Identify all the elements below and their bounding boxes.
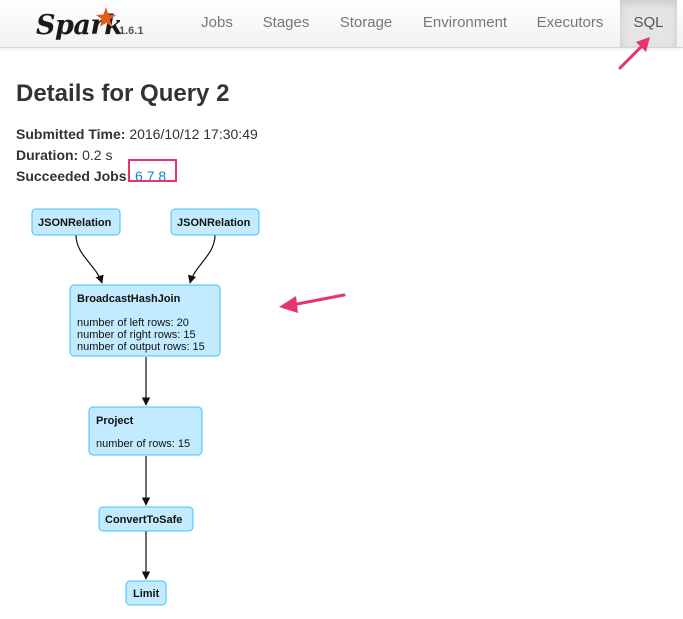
plan-node-title: Project [96, 415, 134, 427]
submitted-time-row: Submitted Time: 2016/10/12 17:30:49 [16, 124, 258, 145]
tab-executors[interactable]: Executors [526, 0, 614, 47]
plan-node-convert-to-safe[interactable]: ConvertToSafe [98, 506, 194, 532]
tab-storage[interactable]: Storage [330, 0, 402, 47]
duration-value: 0.2 s [82, 147, 113, 163]
duration-label: Duration: [16, 147, 79, 163]
top-navbar: Spark 1.6.1 Jobs Stages Storage Environm… [0, 0, 683, 48]
brand-version: 1.6.1 [119, 25, 144, 37]
tab-stages[interactable]: Stages [252, 0, 320, 47]
plan-node-metric: number of output rows: 15 [77, 341, 205, 353]
job-link-8[interactable]: 8 [158, 168, 166, 184]
job-link-7[interactable]: 7 [147, 168, 155, 184]
plan-node-metric: number of rows: 15 [96, 438, 190, 450]
plan-node-broadcast-hash-join[interactable]: BroadcastHashJoin number of left rows: 2… [69, 284, 221, 357]
plan-node-title: JSONRelation [177, 217, 251, 229]
submitted-time-label: Submitted Time: [16, 126, 126, 142]
plan-node-metric: number of left rows: 20 [77, 317, 189, 329]
succeeded-jobs-label: Succeeded Jobs: [16, 168, 132, 184]
plan-node-json-relation-left[interactable]: JSONRelation [31, 208, 121, 236]
plan-node-title: BroadcastHashJoin [77, 293, 181, 305]
page-title: Details for Query 2 [16, 80, 230, 107]
plan-node-title: Limit [133, 588, 160, 600]
plan-node-json-relation-right[interactable]: JSONRelation [170, 208, 260, 236]
plan-node-title: JSONRelation [38, 217, 112, 229]
tab-jobs[interactable]: Jobs [190, 0, 244, 47]
spark-logo[interactable]: Spark 1.6.1 [36, 4, 156, 44]
query-summary: Submitted Time: 2016/10/12 17:30:49 Dura… [16, 124, 258, 187]
job-link-6[interactable]: 6 [135, 168, 143, 184]
succeeded-jobs-row: Succeeded Jobs: 6 7 8 [16, 166, 258, 187]
spark-star-icon [96, 7, 116, 27]
edge-json-right-to-join [187, 234, 216, 284]
annotation-arrow-join-icon [279, 293, 346, 313]
tab-environment[interactable]: Environment [412, 0, 518, 47]
plan-node-metric: number of right rows: 15 [77, 329, 196, 341]
plan-node-project[interactable]: Project number of rows: 15 [88, 406, 203, 456]
plan-node-title: ConvertToSafe [105, 514, 182, 526]
edge-json-left-to-join [75, 234, 104, 284]
plan-node-limit[interactable]: Limit [125, 580, 167, 606]
duration-row: Duration: 0.2 s [16, 145, 258, 166]
submitted-time-value: 2016/10/12 17:30:49 [129, 126, 258, 142]
tab-sql[interactable]: SQL [620, 0, 677, 47]
